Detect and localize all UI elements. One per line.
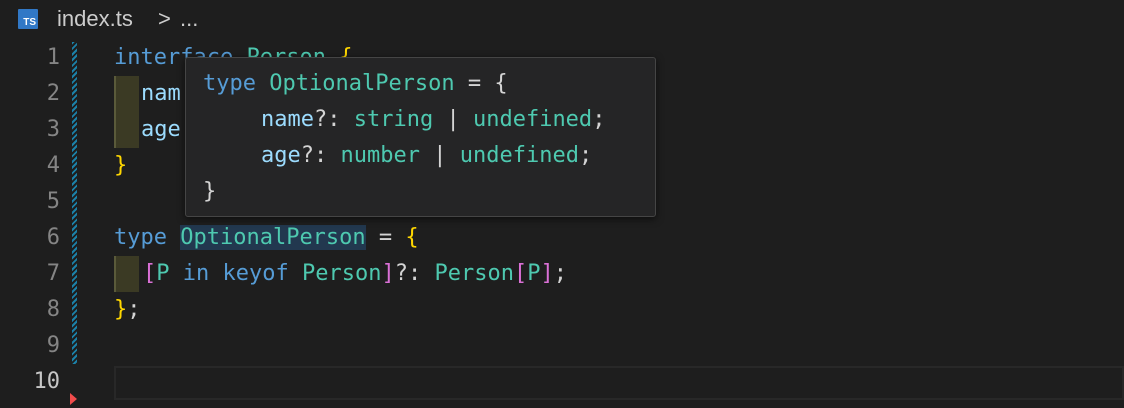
type-name: undefined — [472, 107, 593, 132]
bracket: ] — [381, 261, 395, 286]
keyword: type — [114, 225, 167, 250]
breadcrumb: TS index.ts > ... — [0, 0, 1124, 38]
property: age — [141, 117, 181, 142]
bracket: } — [114, 297, 128, 322]
type-param: P — [156, 261, 170, 286]
bracket: [ — [143, 261, 157, 286]
line-number: 5 — [46, 189, 60, 214]
type-name: Person — [301, 261, 382, 286]
bracket: } — [203, 179, 217, 204]
type-name: string — [353, 107, 434, 132]
indent-guide — [114, 256, 139, 292]
type-name: undefined — [459, 143, 579, 168]
operator: | — [446, 107, 460, 132]
line-number: 2 — [46, 81, 60, 106]
hover-line-2: name?: string | undefined; — [261, 102, 605, 138]
hover-tooltip[interactable]: type OptionalPerson = { name?: string | … — [185, 57, 656, 217]
code-line-3: age — [141, 112, 181, 148]
current-line-highlight — [114, 366, 1124, 400]
code-line-7: [P in keyof Person]?: Person[P]; — [143, 256, 567, 292]
type-param: P — [527, 261, 541, 286]
keyword: type — [203, 71, 256, 96]
bracket: [ — [513, 261, 528, 286]
line-number: 4 — [46, 153, 60, 178]
property: name — [261, 107, 314, 132]
code-line-2: nam — [141, 76, 181, 112]
line-number-active: 10 — [33, 369, 61, 394]
punctuation: ; — [553, 261, 567, 286]
line-number: 9 — [46, 333, 60, 358]
punctuation: ; — [592, 107, 606, 132]
code-line-8: }; — [114, 292, 141, 328]
type-name-hovered[interactable]: OptionalPerson — [180, 225, 366, 250]
bracket: ] — [540, 261, 554, 286]
line-number: 7 — [46, 261, 60, 286]
chevron-right-icon: > — [158, 6, 171, 31]
typescript-file-icon: TS — [18, 9, 38, 29]
type-name: OptionalPerson — [269, 71, 455, 96]
type-name: Person — [434, 261, 514, 286]
operator: ?: — [300, 143, 328, 168]
line-number: 8 — [46, 297, 60, 322]
line-number: 1 — [46, 45, 60, 70]
property: age — [261, 143, 301, 168]
bracket: } — [114, 153, 128, 178]
bracket: { — [405, 225, 419, 250]
indent-guide — [114, 76, 139, 112]
operator: = — [467, 71, 482, 96]
hover-line-3: age?: number | undefined; — [261, 138, 592, 174]
punctuation: ; — [578, 143, 593, 168]
line-number: 3 — [46, 117, 60, 142]
operator: = — [378, 225, 393, 250]
line-number: 6 — [46, 225, 60, 250]
keyword: in — [182, 261, 210, 286]
hover-line-1: type OptionalPerson = { — [203, 66, 508, 102]
hover-line-4: } — [203, 174, 216, 210]
keyword: keyof — [222, 261, 289, 286]
punctuation: ; — [127, 297, 141, 322]
operator: ?: — [394, 261, 422, 286]
property: nam — [141, 81, 181, 106]
operator: ?: — [313, 107, 341, 132]
breadcrumb-symbol-ellipsis[interactable]: ... — [180, 6, 198, 32]
git-deleted-indicator[interactable] — [70, 393, 77, 405]
operator: | — [433, 143, 447, 168]
breadcrumb-file-name[interactable]: index.ts — [57, 6, 133, 32]
code-line-4: } — [114, 148, 127, 184]
code-line-6: type OptionalPerson = { — [114, 220, 419, 256]
indent-guide — [114, 112, 139, 148]
bracket: { — [494, 71, 508, 96]
type-name: number — [340, 143, 420, 168]
git-modified-indicator[interactable] — [72, 42, 77, 364]
